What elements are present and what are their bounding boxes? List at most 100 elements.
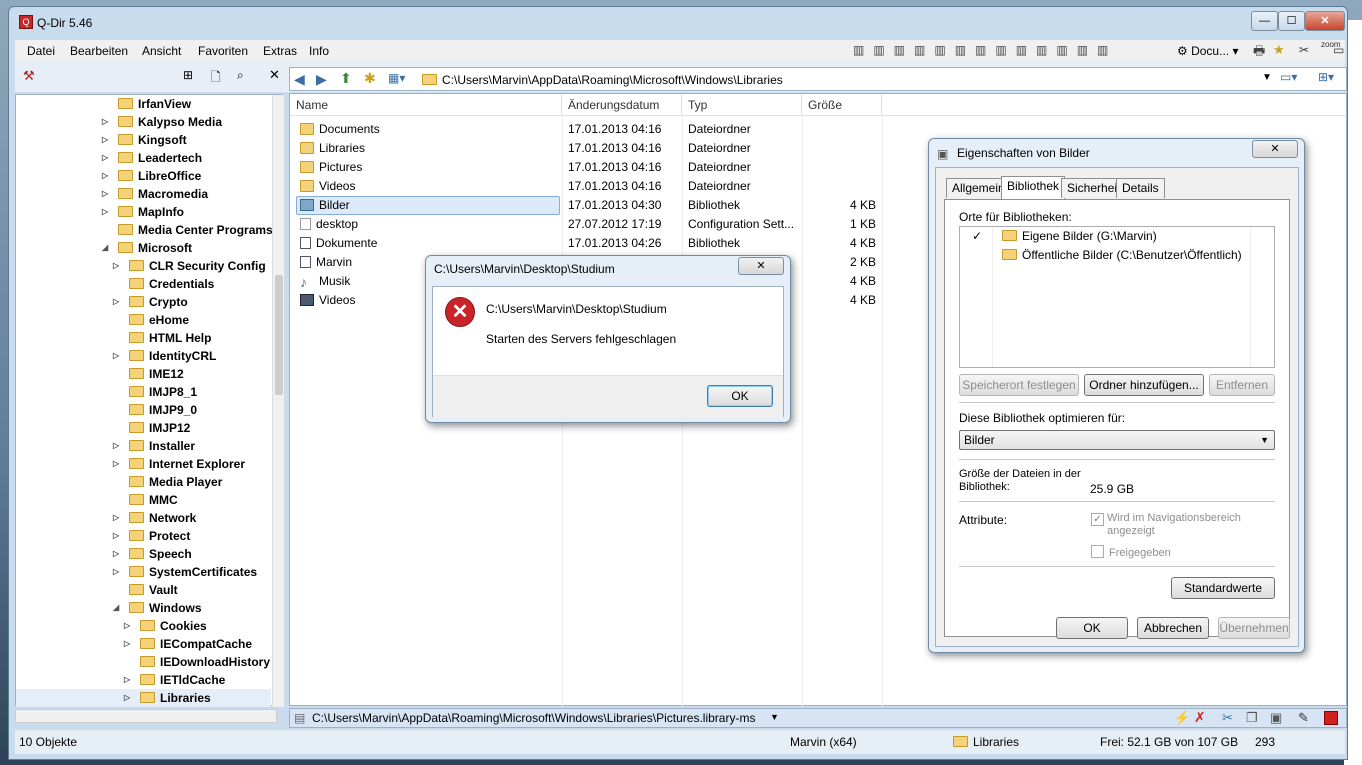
column-date[interactable]: Änderungsdatum (562, 94, 682, 116)
remove-button[interactable]: Entfernen (1209, 374, 1275, 396)
cut-icon[interactable]: ✂ (1222, 710, 1233, 726)
shared-checkbox[interactable]: Freigegeben (1091, 545, 1171, 559)
list-row[interactable]: Videos 17.01.2013 04:16 Dateiordner (292, 177, 882, 196)
favorite-star-icon[interactable]: ★ (1273, 42, 1285, 58)
expander-icon[interactable]: ▷ (113, 347, 121, 365)
tree-item[interactable]: Media Player (16, 473, 271, 491)
list-row[interactable]: Bilder 17.01.2013 04:30 Bibliothek 4 KB (292, 196, 882, 215)
expander-icon[interactable]: ▷ (124, 689, 132, 707)
print-icon[interactable]: 🖶 (1253, 42, 1265, 64)
list-row[interactable]: Dokumente 17.01.2013 04:26 Bibliothek 4 KB (292, 234, 882, 253)
tree-item[interactable]: MMC (16, 491, 271, 509)
path-dropdown-icon[interactable]: ▼ (770, 712, 779, 722)
defaults-button[interactable]: Standardwerte (1171, 577, 1275, 599)
tree-item[interactable]: ▷ MapInfo (16, 203, 271, 221)
cell-name[interactable]: Videos (300, 291, 355, 310)
properties-cancel-button[interactable]: Abbrechen (1137, 617, 1209, 639)
menu-info[interactable]: Info (309, 44, 329, 58)
tree-item[interactable]: eHome (16, 311, 271, 329)
tree-item[interactable]: ▷ Crypto (16, 293, 271, 311)
list-row[interactable]: desktop 27.07.2012 17:19 Configuration Set… (292, 215, 882, 234)
cell-name[interactable]: Marvin (300, 253, 352, 272)
hammer-icon[interactable]: ⚒ (23, 68, 35, 84)
expander-icon[interactable]: ▷ (113, 293, 121, 311)
paste-icon[interactable]: ▣ (1270, 710, 1282, 726)
copy-path-icon[interactable]: 🗋 (211, 68, 221, 89)
cell-name[interactable]: Videos (300, 177, 355, 196)
cell-name[interactable]: Libraries (300, 139, 365, 158)
expander-icon[interactable]: ▷ (102, 113, 110, 131)
tree-item[interactable]: ▷ IETldCache (16, 671, 271, 689)
forward-icon[interactable]: ▶ (316, 71, 327, 88)
folder-tree[interactable]: IrfanView ▷ Kalypso Media ▷ Kingsoft ▷ Leadert… (15, 94, 284, 723)
tree-item[interactable]: ◢ Microsoft (16, 239, 271, 257)
tree-item[interactable]: ▷ Installer (16, 437, 271, 455)
menu-extras[interactable]: Extras (263, 44, 297, 58)
column-size[interactable]: Größe (802, 94, 882, 116)
back-icon[interactable]: ◀ (294, 71, 305, 88)
menu-bearbeiten[interactable]: Bearbeiten (70, 44, 128, 58)
window-icon[interactable]: ▭ (1333, 43, 1344, 57)
menu-datei[interactable]: Datei (27, 44, 55, 58)
edit-icon[interactable]: ✎ (1298, 710, 1309, 726)
expander-icon[interactable]: ▷ (113, 257, 121, 275)
close-pane-icon[interactable]: ✕ (269, 67, 280, 83)
checkbox-shared[interactable] (1091, 545, 1104, 558)
doc-dropdown[interactable]: ⚙ Docu... ▾ (1177, 44, 1238, 58)
column-type[interactable]: Typ (682, 94, 802, 116)
menu-ansicht[interactable]: Ansicht (142, 44, 181, 58)
tree-scroll-thumb[interactable] (275, 275, 283, 395)
tab-details[interactable]: Details (1116, 178, 1165, 198)
tree-item[interactable]: ▷ Leadertech (16, 149, 271, 167)
selected-path[interactable]: C:\Users\Marvin\AppData\Roaming\Microsof… (312, 711, 755, 725)
tree-item[interactable]: ▷ Libraries (16, 689, 271, 707)
expander-icon[interactable]: ▷ (124, 635, 132, 653)
tree-item[interactable]: ▷ IECompatCache (16, 635, 271, 653)
list-row[interactable]: Pictures 17.01.2013 04:16 Dateiordner (292, 158, 882, 177)
tree-item[interactable]: ▷ LibreOffice (16, 167, 271, 185)
tree-item[interactable]: IME12 (16, 365, 271, 383)
expander-icon[interactable]: ▷ (113, 509, 121, 527)
expander-icon[interactable]: ▷ (113, 545, 121, 563)
expander-icon[interactable]: ▷ (102, 203, 110, 221)
optimize-select[interactable]: Bilder ▼ (959, 430, 1275, 450)
network-icon[interactable]: ⊞▾ (1318, 70, 1334, 84)
tree-item[interactable]: ▷ Macromedia (16, 185, 271, 203)
maximize-button[interactable]: ☐ (1278, 11, 1305, 31)
list-row[interactable]: Documents 17.01.2013 04:16 Dateiordner (292, 120, 882, 139)
properties-ok-button[interactable]: OK (1056, 617, 1128, 639)
expander-icon[interactable]: ▷ (113, 437, 121, 455)
checkbox-nav[interactable]: ✓ (1091, 513, 1104, 526)
cell-name[interactable]: ♪ Musik (300, 272, 350, 291)
cell-name[interactable]: Bilder (300, 196, 350, 215)
address-bar[interactable]: ◀ ▶ ⬆ ✱ ▦▾ C:\Users\Marvin\AppData\Roami… (289, 67, 1347, 91)
close-button[interactable]: ✕ (1305, 11, 1345, 31)
cell-name[interactable]: desktop (300, 215, 358, 234)
stop-icon[interactable] (1324, 711, 1338, 725)
tree-item[interactable]: ▷ Cookies (16, 617, 271, 635)
tree-item[interactable]: ▷ SystemCertificates (16, 563, 271, 581)
expander-icon[interactable]: ▷ (102, 185, 110, 203)
tree-item[interactable]: ▷ Speech (16, 545, 271, 563)
delete-icon[interactable]: ✗ (1194, 709, 1206, 726)
tree-item[interactable]: IMJP12 (16, 419, 271, 437)
new-folder-icon[interactable]: ✱ (364, 70, 376, 87)
address-path[interactable]: C:\Users\Marvin\AppData\Roaming\Microsof… (442, 73, 783, 87)
list-row[interactable]: Libraries 17.01.2013 04:16 Dateiordner (292, 139, 882, 158)
layout-icons[interactable]: ▥▥▥▥▥▥▥▥▥▥▥▥▥ (853, 43, 1117, 57)
tree-item[interactable]: ▷ Protect (16, 527, 271, 545)
tree-vertical-scrollbar[interactable] (272, 95, 284, 707)
expander-icon[interactable]: ▷ (113, 563, 121, 581)
tree-item[interactable]: ▷ IdentityCRL (16, 347, 271, 365)
tree-item[interactable]: ▷ Internet Explorer (16, 455, 271, 473)
set-location-button[interactable]: Speicherort festlegen (959, 374, 1079, 396)
tree-item[interactable]: IEDownloadHistory (16, 653, 271, 671)
expander-icon[interactable]: ▷ (113, 455, 121, 473)
cell-name[interactable]: Dokumente (300, 234, 377, 253)
tree-item[interactable]: IMJP8_1 (16, 383, 271, 401)
menu-favoriten[interactable]: Favoriten (198, 44, 248, 58)
location-item[interactable]: Eigene Bilder (G:\Marvin) (1002, 229, 1157, 243)
expander-icon[interactable]: ▷ (124, 671, 132, 689)
up-icon[interactable]: ⬆ (340, 70, 352, 87)
expander-icon[interactable]: ▷ (102, 149, 110, 167)
